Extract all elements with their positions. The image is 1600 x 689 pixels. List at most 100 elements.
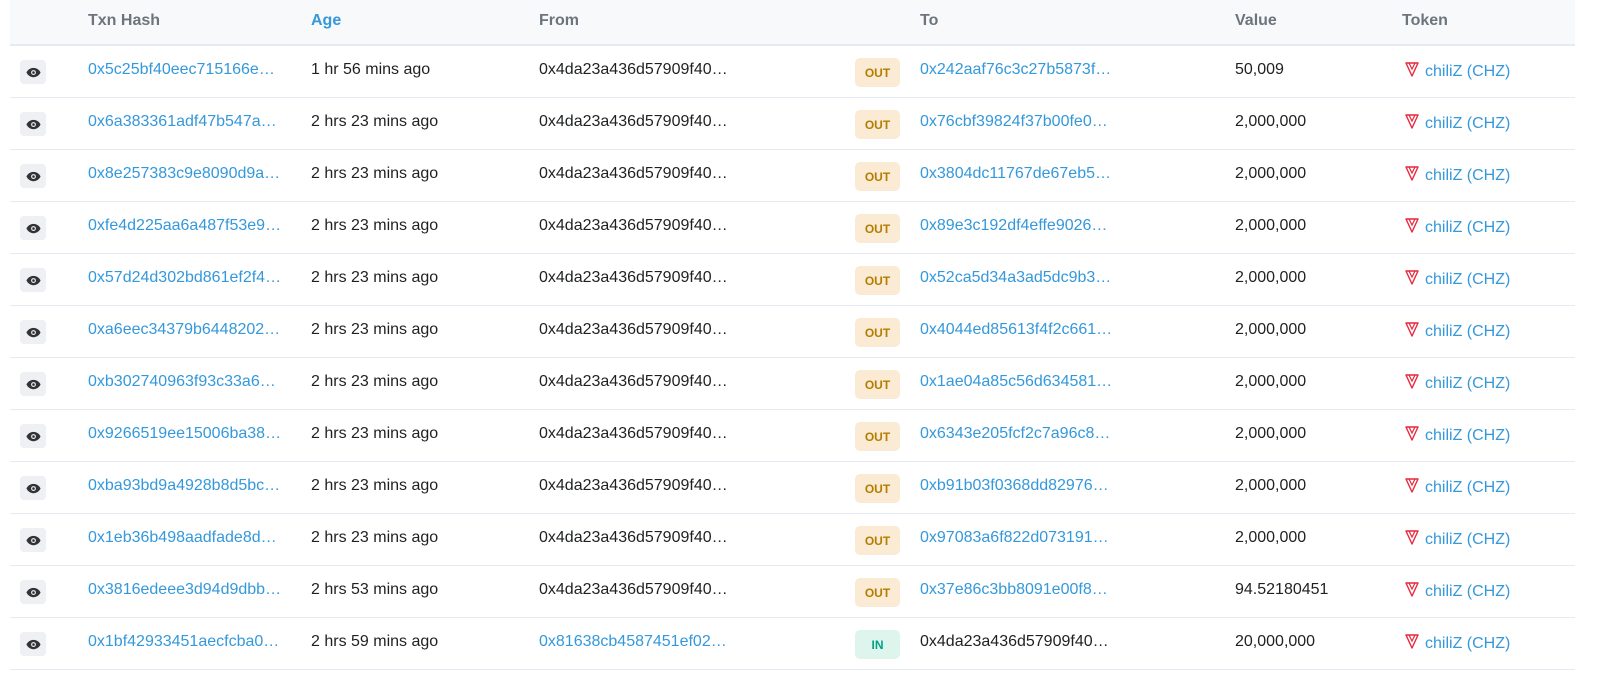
txn-age: 2 hrs 59 mins ago [311, 633, 439, 650]
to-address[interactable]: 0x3804dc11767de67eb5… [920, 165, 1111, 183]
view-details-eye-icon[interactable] [20, 60, 46, 84]
txn-age: 2 hrs 23 mins ago [311, 217, 439, 234]
token-link[interactable]: chiliZ (CHZ) [1405, 633, 1510, 654]
token-link[interactable]: chiliZ (CHZ) [1405, 165, 1510, 186]
txn-age: 2 hrs 23 mins ago [311, 269, 439, 286]
direction-badge: OUT [855, 110, 900, 139]
from-address: 0x4da23a436d57909f40… [539, 217, 728, 234]
token-name[interactable]: chiliZ (CHZ) [1425, 323, 1510, 341]
txn-hash-link[interactable]: 0x1bf42933451aecfcba0… [88, 633, 279, 651]
token-link[interactable]: chiliZ (CHZ) [1405, 425, 1510, 446]
txn-hash-link[interactable]: 0xb302740963f93c33a6… [88, 373, 276, 391]
view-details-eye-icon[interactable] [20, 528, 46, 552]
token-name[interactable]: chiliZ (CHZ) [1425, 271, 1510, 289]
view-details-eye-icon[interactable] [20, 580, 46, 604]
view-details-eye-icon[interactable] [20, 424, 46, 448]
token-name[interactable]: chiliZ (CHZ) [1425, 375, 1510, 393]
to-address: 0x4da23a436d57909f40… [920, 633, 1109, 650]
txn-hash-link[interactable]: 0x1eb36b498aadfade8d… [88, 529, 277, 547]
direction-badge: OUT [855, 266, 900, 295]
from-address: 0x4da23a436d57909f40… [539, 581, 728, 598]
chiliz-token-icon [1405, 61, 1419, 82]
to-address[interactable]: 0x76cbf39824f37b00fe0… [920, 113, 1108, 131]
view-details-eye-icon[interactable] [20, 112, 46, 136]
page-right-margin [1575, 0, 1600, 689]
token-name[interactable]: chiliZ (CHZ) [1425, 219, 1510, 237]
to-address[interactable]: 0x89e3c192df4effe9026… [920, 217, 1107, 235]
transfer-value: 20,000,000 [1235, 633, 1316, 650]
txn-hash-link[interactable]: 0x5c25bf40eec715166e… [88, 61, 275, 79]
from-address: 0x4da23a436d57909f40… [539, 61, 728, 78]
to-address[interactable]: 0x6343e205fcf2c7a96c8… [920, 425, 1110, 443]
chiliz-token-icon [1405, 477, 1419, 498]
view-details-eye-icon[interactable] [20, 216, 46, 240]
txn-age: 2 hrs 23 mins ago [311, 113, 439, 130]
token-name[interactable]: chiliZ (CHZ) [1425, 479, 1510, 497]
token-name[interactable]: chiliZ (CHZ) [1425, 167, 1510, 185]
transfer-value: 2,000,000 [1235, 529, 1307, 546]
token-link[interactable]: chiliZ (CHZ) [1405, 269, 1510, 290]
token-link[interactable]: chiliZ (CHZ) [1405, 61, 1510, 82]
from-address: 0x4da23a436d57909f40… [539, 165, 728, 182]
transfer-value: 2,000,000 [1235, 269, 1307, 286]
chiliz-token-icon [1405, 269, 1419, 290]
chiliz-token-icon [1405, 165, 1419, 186]
txn-hash-link[interactable]: 0x3816edeee3d94d9dbb… [88, 581, 281, 599]
token-link[interactable]: chiliZ (CHZ) [1405, 477, 1510, 498]
chiliz-token-icon [1405, 113, 1419, 134]
table-row: 0x1bf42933451aecfcba0… 2 hrs 59 mins ago… [10, 618, 1575, 670]
token-link[interactable]: chiliZ (CHZ) [1405, 529, 1510, 550]
table-row: 0xa6eec34379b6448202… 2 hrs 23 mins ago … [10, 306, 1575, 358]
to-address[interactable]: 0x242aaf76c3c27b5873f… [920, 61, 1111, 79]
token-transfers-table: Txn Hash Age From To Value Token 0x5c25b… [10, 0, 1575, 670]
direction-badge: IN [855, 630, 900, 659]
header-age-sort[interactable]: Age [311, 12, 341, 30]
token-name[interactable]: chiliZ (CHZ) [1425, 427, 1510, 445]
txn-age: 2 hrs 23 mins ago [311, 373, 439, 390]
token-name[interactable]: chiliZ (CHZ) [1425, 635, 1510, 653]
txn-hash-link[interactable]: 0x8e257383c9e8090d9a… [88, 165, 280, 183]
token-name[interactable]: chiliZ (CHZ) [1425, 115, 1510, 133]
view-details-eye-icon[interactable] [20, 632, 46, 656]
table-row: 0x8e257383c9e8090d9a… 2 hrs 23 mins ago … [10, 150, 1575, 202]
txn-age: 2 hrs 23 mins ago [311, 165, 439, 182]
view-details-eye-icon[interactable] [20, 476, 46, 500]
to-address[interactable]: 0x97083a6f822d073191… [920, 529, 1109, 547]
transfer-value: 2,000,000 [1235, 217, 1307, 234]
from-address: 0x4da23a436d57909f40… [539, 321, 728, 338]
to-address[interactable]: 0x52ca5d34a3ad5dc9b3… [920, 269, 1111, 287]
txn-hash-link[interactable]: 0x9266519ee15006ba38… [88, 425, 281, 443]
table-row: 0x5c25bf40eec715166e… 1 hr 56 mins ago 0… [10, 46, 1575, 98]
chiliz-token-icon [1405, 425, 1419, 446]
txn-hash-link[interactable]: 0xba93bd9a4928b8d5bc… [88, 477, 280, 495]
from-address[interactable]: 0x81638cb4587451ef02… [539, 633, 727, 651]
direction-badge: OUT [855, 58, 900, 87]
transfer-value: 2,000,000 [1235, 321, 1307, 338]
token-link[interactable]: chiliZ (CHZ) [1405, 217, 1510, 238]
to-address[interactable]: 0x4044ed85613f4f2c661… [920, 321, 1112, 339]
header-token: Token [1402, 12, 1448, 29]
view-details-eye-icon[interactable] [20, 320, 46, 344]
txn-age: 2 hrs 53 mins ago [311, 581, 439, 598]
txn-hash-link[interactable]: 0xa6eec34379b6448202… [88, 321, 280, 339]
to-address[interactable]: 0xb91b03f0368dd82976… [920, 477, 1109, 495]
txn-hash-link[interactable]: 0x57d24d302bd861ef2f4… [88, 269, 281, 287]
view-details-eye-icon[interactable] [20, 164, 46, 188]
transfer-value: 2,000,000 [1235, 165, 1307, 182]
txn-hash-link[interactable]: 0x6a383361adf47b547a… [88, 113, 277, 131]
to-address[interactable]: 0x1ae04a85c56d634581… [920, 373, 1112, 391]
token-name[interactable]: chiliZ (CHZ) [1425, 63, 1510, 81]
token-link[interactable]: chiliZ (CHZ) [1405, 321, 1510, 342]
view-details-eye-icon[interactable] [20, 372, 46, 396]
view-details-eye-icon[interactable] [20, 268, 46, 292]
direction-badge: OUT [855, 318, 900, 347]
token-link[interactable]: chiliZ (CHZ) [1405, 373, 1510, 394]
direction-badge: OUT [855, 214, 900, 243]
token-name[interactable]: chiliZ (CHZ) [1425, 583, 1510, 601]
token-name[interactable]: chiliZ (CHZ) [1425, 531, 1510, 549]
to-address[interactable]: 0x37e86c3bb8091e00f8… [920, 581, 1108, 599]
txn-hash-link[interactable]: 0xfe4d225aa6a487f53e9… [88, 217, 281, 235]
token-link[interactable]: chiliZ (CHZ) [1405, 113, 1510, 134]
direction-badge: OUT [855, 370, 900, 399]
token-link[interactable]: chiliZ (CHZ) [1405, 581, 1510, 602]
